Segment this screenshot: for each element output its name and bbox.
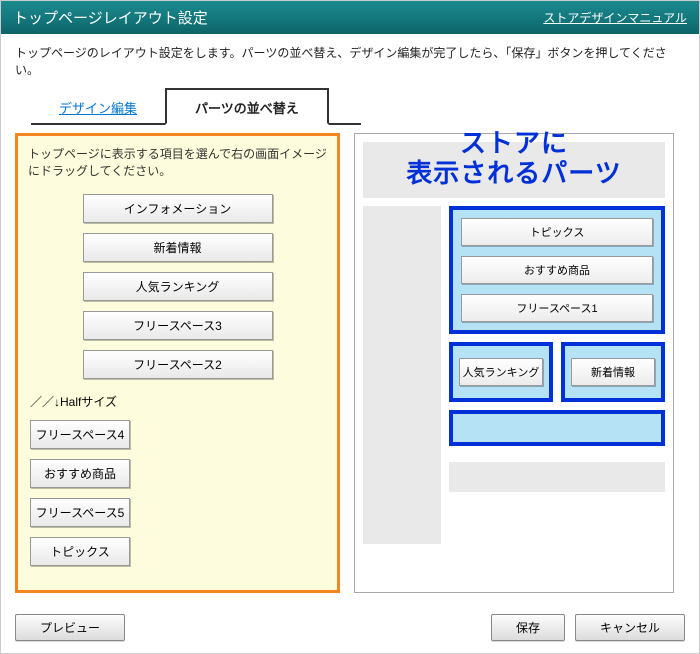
part-topics[interactable]: トピックス [30,537,130,566]
dropzone-half-right[interactable]: 新着情報 [561,342,665,402]
dialog-header: トップページレイアウト設定 ストアデザインマニュアル [1,1,699,34]
part-freespace-5[interactable]: フリースペース5 [30,498,130,527]
part-information[interactable]: インフォメーション [83,194,273,223]
manual-link[interactable]: ストアデザインマニュアル [543,9,687,26]
dropzone-full[interactable]: トピックス おすすめ商品 フリースペース1 [449,206,665,334]
intro-text: トップページのレイアウト設定をします。パーツの並べ替え、デザイン編集が完了したら… [1,34,699,84]
preview-frame: トピックス おすすめ商品 フリースペース1 人気ランキング 新着情報 [354,133,674,593]
slot-topics[interactable]: トピックス [461,218,653,246]
part-recommended[interactable]: おすすめ商品 [30,459,130,488]
part-freespace-4[interactable]: フリースペース4 [30,420,130,449]
parts-source-panel: トップページに表示する項目を選んで右の画面イメージにドラッグしてください。 イン… [15,133,340,593]
slot-freespace-1[interactable]: フリースペース1 [461,294,653,322]
tab-parts-rearrange[interactable]: パーツの並べ替え [165,88,329,125]
cancel-button[interactable]: キャンセル [575,614,685,641]
part-new-arrivals[interactable]: 新着情報 [83,233,273,262]
tabs: デザイン編集 パーツの並べ替え [31,88,361,125]
dialog-footer: プレビュー 保存 キャンセル [1,604,699,653]
store-preview-panel: ストアに 表示されるパーツ トピックス おすすめ商品 フリースペース1 [354,133,674,593]
preview-button[interactable]: プレビュー [15,614,125,641]
source-instruction: トップページに表示する項目を選んで右の画面イメージにドラッグしてください。 [28,146,327,180]
dropzone-half-left[interactable]: 人気ランキング [449,342,553,402]
dropzone-empty[interactable] [449,410,665,446]
half-size-label: ／／↓Halfサイズ [30,393,327,410]
preview-header-placeholder [363,142,665,198]
slot-ranking[interactable]: 人気ランキング [459,358,543,386]
layout-settings-dialog: トップページレイアウト設定 ストアデザインマニュアル トップページのレイアウト設… [0,0,700,654]
preview-sidebar-placeholder [363,206,441,544]
slot-recommended[interactable]: おすすめ商品 [461,256,653,284]
tab-design-edit[interactable]: デザイン編集 [31,90,165,123]
save-button[interactable]: 保存 [491,614,565,641]
part-ranking[interactable]: 人気ランキング [83,272,273,301]
part-freespace-3[interactable]: フリースペース3 [83,311,273,340]
dialog-title: トップページレイアウト設定 [13,7,208,28]
preview-footer-placeholder [449,462,665,492]
part-freespace-2[interactable]: フリースペース2 [83,350,273,379]
preview-main-area: トピックス おすすめ商品 フリースペース1 人気ランキング 新着情報 [449,206,665,544]
slot-new-arrivals[interactable]: 新着情報 [571,358,655,386]
